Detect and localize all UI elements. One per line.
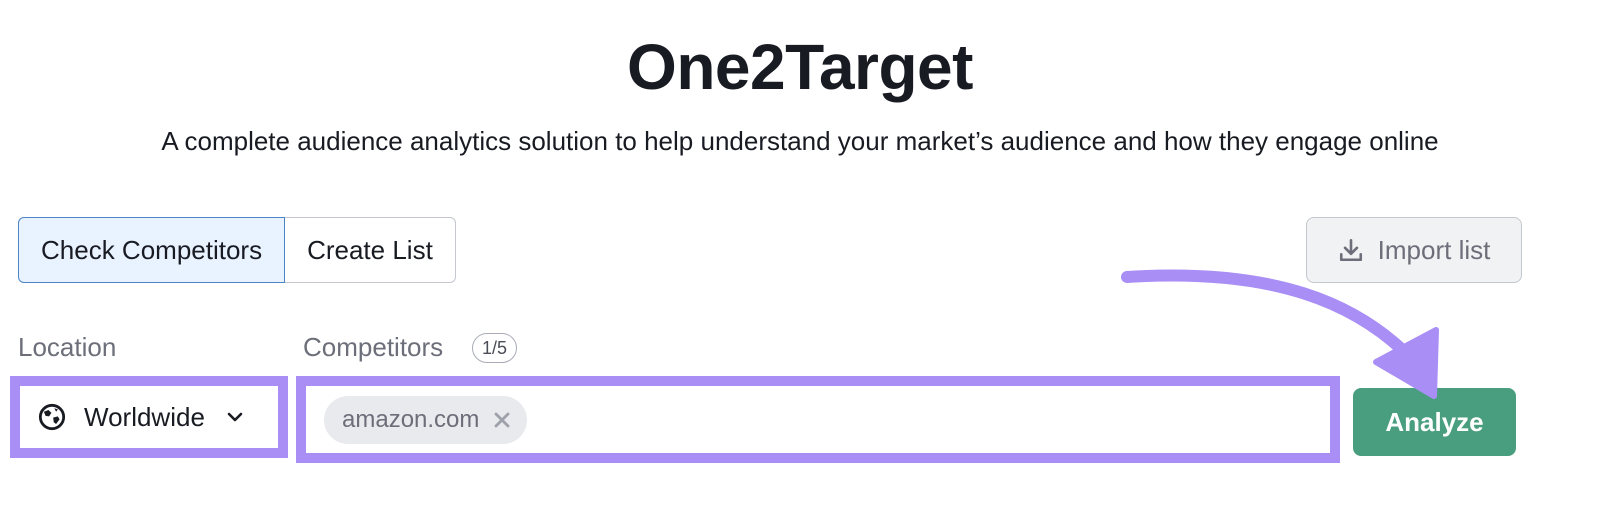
competitor-chip: amazon.com (324, 395, 528, 444)
competitors-counter: 1/5 (472, 333, 518, 363)
page-title: One2Target (627, 31, 973, 103)
location-label: Location (18, 332, 117, 362)
location-value: Worldwide (84, 401, 205, 432)
competitors-input[interactable]: amazon.com (296, 376, 1340, 463)
competitors-label: Competitors (303, 332, 444, 362)
analyze-button[interactable]: Analyze (1353, 388, 1516, 456)
competitor-chip-label: amazon.com (342, 405, 480, 433)
location-select[interactable]: Worldwide (10, 376, 288, 458)
import-list-label: Import list (1377, 234, 1491, 265)
close-icon[interactable] (493, 411, 511, 429)
mode-tabs: Check Competitors Create List (18, 217, 456, 283)
chevron-down-icon (225, 407, 245, 427)
tab-create-list[interactable]: Create List (285, 217, 456, 283)
download-icon (1338, 237, 1364, 263)
import-list-button[interactable]: Import list (1306, 217, 1522, 283)
globe-icon (38, 403, 66, 431)
tab-check-competitors[interactable]: Check Competitors (18, 217, 286, 283)
page-subtitle: A complete audience analytics solution t… (161, 126, 1439, 156)
